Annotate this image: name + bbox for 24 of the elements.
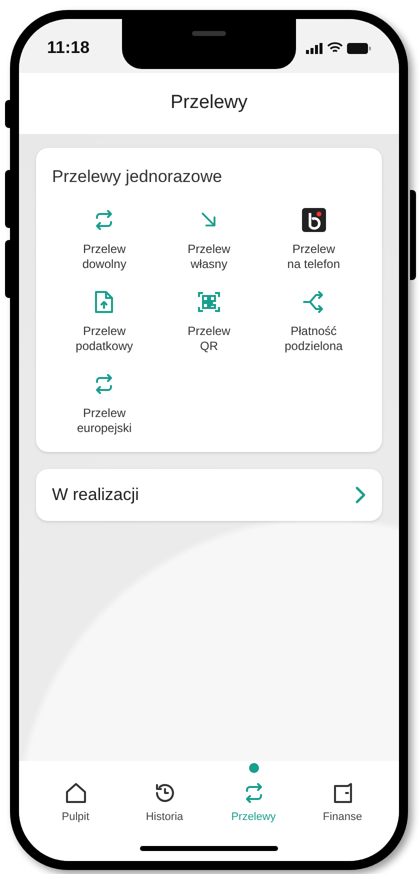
b-logo-icon: [302, 208, 326, 232]
document-upload-icon: [93, 290, 116, 314]
transfer-option[interactable]: Przelew podatkowy: [52, 288, 157, 354]
chevron-right-icon: [354, 486, 366, 504]
status-time: 11:18: [47, 37, 90, 60]
nav-tab[interactable]: Historia: [120, 781, 209, 826]
transfer-option[interactable]: Przelew na telefon: [261, 206, 366, 272]
home-icon: [64, 781, 88, 805]
speaker-grille: [192, 31, 226, 36]
in-progress-row[interactable]: W realizacji: [36, 468, 382, 520]
section-title: Przelewy jednorazowe: [52, 166, 224, 188]
transfer-option[interactable]: Przelew dowolny: [52, 206, 157, 272]
transfer-option[interactable]: Przelew QR: [156, 288, 262, 354]
transfer-option[interactable]: Płatność podzielona: [261, 288, 366, 354]
transfer-option[interactable]: Przelew własny: [156, 206, 262, 272]
transfer-option[interactable]: Przelew europejski: [52, 370, 157, 436]
screen-title: Przelewy: [170, 91, 248, 116]
qr-code-icon: [196, 290, 221, 314]
battery-icon: [347, 42, 371, 54]
nav-tab[interactable]: Finanse: [298, 781, 387, 826]
signal-icon: [306, 42, 323, 54]
split-arrows-icon: [302, 290, 326, 314]
wifi-icon: [327, 42, 343, 54]
nav-tab[interactable]: Pulpit: [31, 781, 120, 826]
